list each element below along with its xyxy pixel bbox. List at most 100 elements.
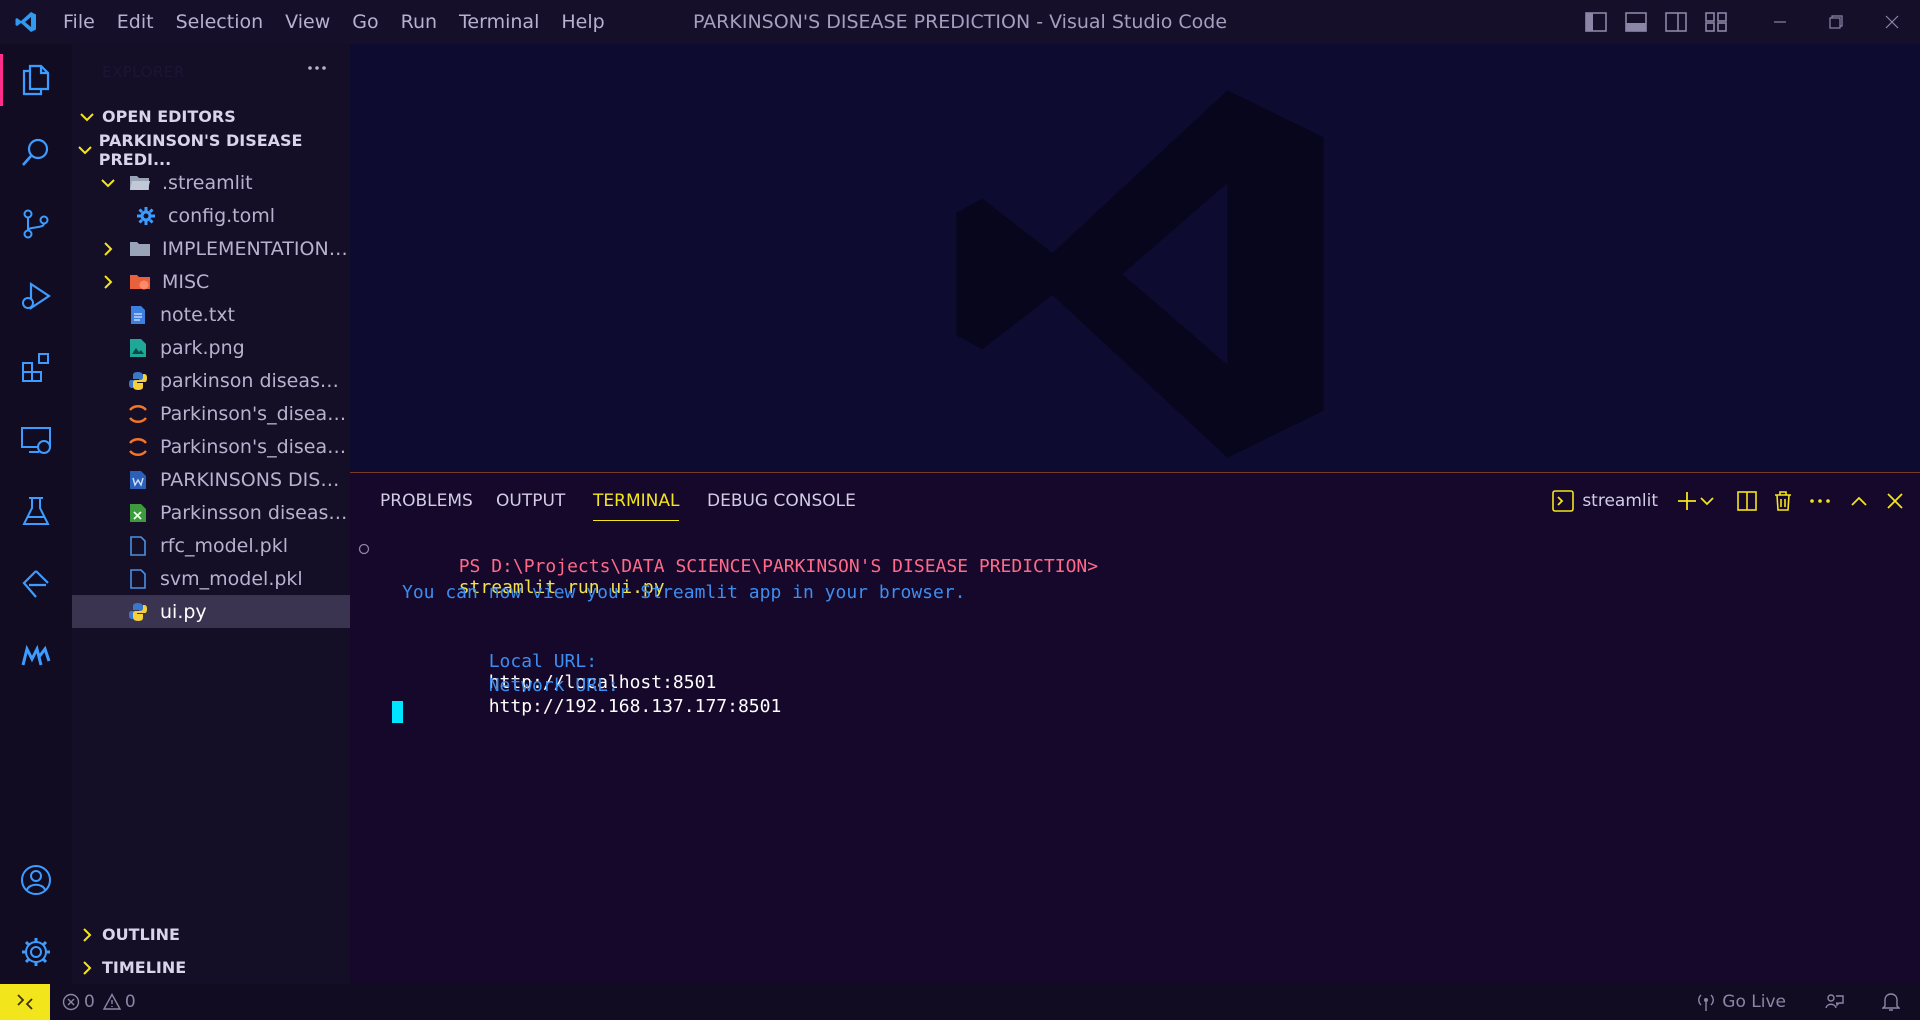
tree-item-ui-py[interactable]: ui.py	[72, 595, 350, 628]
panel-actions: streamlit	[1542, 483, 1904, 519]
tree-item-note-txt[interactable]: note.txt	[72, 298, 350, 331]
minimize-icon[interactable]	[1752, 0, 1808, 44]
explorer-icon[interactable]	[0, 44, 72, 116]
misc-folder-icon	[128, 270, 152, 294]
tree-item-parkinson-py[interactable]: parkinson disease us...	[72, 364, 350, 397]
menu-view[interactable]: View	[274, 0, 341, 44]
close-window-icon[interactable]	[1864, 0, 1920, 44]
terminal-icon	[1552, 490, 1575, 512]
new-terminal-icon[interactable]	[1676, 483, 1698, 519]
problems-status[interactable]: 0 0	[62, 992, 136, 1012]
section-label: OPEN EDITORS	[102, 107, 236, 126]
testing-icon[interactable]	[0, 476, 72, 548]
tab-problems[interactable]: PROBLEMS	[380, 491, 473, 521]
accounts-icon[interactable]	[0, 844, 72, 916]
tree-item-misc-folder[interactable]: MISC	[72, 265, 350, 298]
tree-item-park-png[interactable]: park.png	[72, 331, 350, 364]
go-live-button[interactable]: Go Live	[1696, 992, 1786, 1012]
menu-file[interactable]: File	[52, 0, 106, 44]
remote-indicator-icon[interactable]	[0, 984, 50, 1020]
source-control-icon[interactable]	[0, 188, 72, 260]
tree-item-rfc-model[interactable]: rfc_model.pkl	[72, 529, 350, 562]
chevron-right-icon	[96, 237, 120, 261]
kill-terminal-trash-icon[interactable]	[1772, 483, 1794, 519]
section-label: PARKINSON'S DISEASE PREDI...	[98, 130, 303, 169]
error-count: 0	[84, 992, 95, 1012]
terminal-instance[interactable]: streamlit	[1552, 483, 1658, 519]
feedback-icon[interactable]	[1824, 992, 1844, 1012]
tree-item-label: parkinson disease us...	[160, 369, 350, 392]
explorer-header: EXPLORER	[72, 44, 350, 100]
panel-tabs: PROBLEMS OUTPUT TERMINAL DEBUG CONSOLE s…	[350, 473, 1920, 529]
status-bar: 0 0 Go Live	[0, 984, 1920, 1020]
terminal-prompt-line: PS D:\Projects\DATA SCIENCE\PARKINSON'S …	[372, 535, 1098, 619]
customize-layout-icon[interactable]	[1696, 0, 1736, 44]
file-icon	[126, 567, 150, 591]
menu-terminal[interactable]: Terminal	[448, 0, 550, 44]
maximize-panel-chevron-up-icon[interactable]	[1850, 483, 1868, 519]
project-folder-section[interactable]: PARKINSON'S DISEASE PREDI...	[72, 130, 350, 169]
tab-debug-console[interactable]: DEBUG CONSOLE	[707, 491, 856, 521]
extensions-icon[interactable]	[0, 332, 72, 404]
tree-item-word-doc[interactable]: PARKINSONS DISEA...	[72, 463, 350, 496]
tree-item-label: ui.py	[160, 600, 207, 623]
tree-item-streamlit-folder[interactable]: .streamlit	[72, 166, 350, 199]
chevron-right-icon	[72, 918, 102, 951]
outline-section[interactable]: OUTLINE	[72, 918, 350, 951]
tree-item-svm-model[interactable]: svm_model.pkl	[72, 562, 350, 595]
split-terminal-icon[interactable]	[1736, 483, 1758, 519]
restore-icon[interactable]	[1808, 0, 1864, 44]
error-icon	[62, 993, 80, 1011]
menu-edit[interactable]: Edit	[106, 0, 165, 44]
section-label: TIMELINE	[102, 958, 187, 977]
tree-item-config-toml[interactable]: config.toml	[72, 199, 350, 232]
title-bar-controls	[1576, 0, 1920, 44]
word-file-icon	[126, 468, 150, 492]
tree-item-notebook-2[interactable]: Parkinson's_disease_...	[72, 430, 350, 463]
tree-item-label: IMPLEMENTATION ...	[162, 237, 350, 260]
notifications-bell-icon[interactable]	[1882, 992, 1900, 1012]
more-actions-icon[interactable]	[1808, 483, 1832, 519]
terminal-prompt: PS D:\Projects\DATA SCIENCE\PARKINSON'S …	[458, 556, 1099, 577]
folder-open-icon	[128, 171, 152, 195]
text-file-icon	[126, 303, 150, 327]
tree-item-notebook-1[interactable]: Parkinson's_disease_...	[72, 397, 350, 430]
file-icon	[126, 534, 150, 558]
terminal-output[interactable]: PS D:\Projects\DATA SCIENCE\PARKINSON'S …	[358, 535, 1900, 984]
editor-area[interactable]	[350, 44, 1920, 472]
network-url-label: Network URL:	[488, 675, 619, 696]
menu-selection[interactable]: Selection	[165, 0, 275, 44]
open-editors-section[interactable]: OPEN EDITORS	[72, 100, 350, 133]
tree-item-label: Parkinson's_disease_...	[160, 402, 350, 425]
chevron-right-icon	[72, 951, 102, 984]
toggle-secondary-sidebar-icon[interactable]	[1656, 0, 1696, 44]
close-panel-icon[interactable]	[1886, 483, 1904, 519]
live-share-icon[interactable]	[0, 548, 72, 620]
tree-item-csv[interactable]: Parkinsson disease.csv	[72, 496, 350, 529]
run-debug-icon[interactable]	[0, 260, 72, 332]
menu-run[interactable]: Run	[390, 0, 448, 44]
title-bar: File Edit Selection View Go Run Terminal…	[0, 0, 1920, 44]
menu-go[interactable]: Go	[341, 0, 389, 44]
tab-output[interactable]: OUTPUT	[496, 491, 565, 521]
section-label: OUTLINE	[102, 925, 180, 944]
tree-item-label: note.txt	[160, 303, 235, 326]
vscode-logo-icon	[0, 0, 52, 44]
terminal-dropdown-chevron-icon[interactable]	[1700, 483, 1714, 519]
more-actions-icon[interactable]	[306, 58, 328, 82]
vscode-watermark-icon	[956, 90, 1324, 458]
tree-item-implementation-folder[interactable]: IMPLEMENTATION ...	[72, 232, 350, 265]
remote-explorer-icon[interactable]	[0, 404, 72, 476]
network-url[interactable]: http://192.168.137.177:8501	[489, 696, 782, 717]
timeline-section[interactable]: TIMELINE	[72, 951, 350, 984]
broadcast-icon	[1698, 994, 1715, 1011]
markdown-extension-icon[interactable]	[0, 620, 72, 692]
toggle-primary-sidebar-icon[interactable]	[1576, 0, 1616, 44]
search-icon[interactable]	[0, 116, 72, 188]
tree-item-label: config.toml	[168, 204, 276, 227]
tab-terminal[interactable]: TERMINAL	[593, 491, 680, 521]
chevron-down-icon	[72, 133, 99, 166]
toggle-panel-icon[interactable]	[1616, 0, 1656, 44]
python-file-icon	[126, 369, 150, 393]
settings-gear-icon[interactable]	[0, 916, 72, 988]
